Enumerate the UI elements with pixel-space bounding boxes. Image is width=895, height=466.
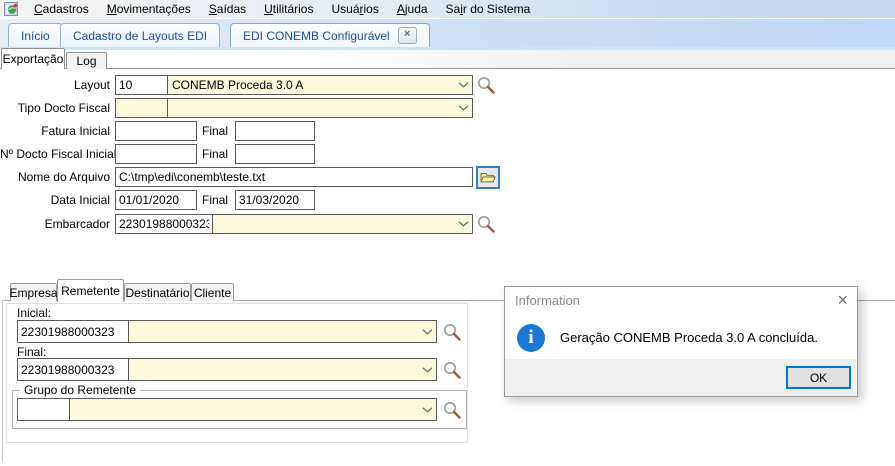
data-final-label: Final: [195, 190, 228, 210]
menu-item-utilitarios[interactable]: Utilitários: [255, 1, 322, 17]
layout-combo-value: CONEMB Proceda 3.0 A: [168, 78, 454, 92]
tab-label: Início: [21, 29, 50, 43]
grupo-remetente-search-icon[interactable]: [443, 401, 462, 420]
chevron-down-icon[interactable]: [418, 407, 436, 413]
tab-close-icon[interactable]: ×: [398, 27, 417, 44]
tab-cadastro-de-layouts-edi[interactable]: Cadastro de Layouts EDI: [60, 23, 220, 47]
menu-items: CadastrosMovimentaçõesSaídasUtilitáriosU…: [25, 2, 539, 16]
remetente-inicial-code-field[interactable]: [17, 320, 129, 343]
final-label: Final:: [17, 345, 46, 359]
grupo-remetente-combo[interactable]: [69, 398, 437, 421]
subtab-exportacao[interactable]: Exportação: [1, 48, 65, 69]
docto-fiscal-inicial-field[interactable]: [115, 144, 197, 164]
dialog-title: Information: [505, 287, 857, 314]
tab-edi-conemb-configuravel[interactable]: EDI CONEMB Configurável ×: [230, 23, 430, 47]
party-page-left-border: [2, 300, 3, 462]
arquivo-field[interactable]: [115, 167, 473, 187]
remetente-final-code-field[interactable]: [17, 358, 129, 381]
grupo-remetente-code-field[interactable]: [17, 398, 70, 421]
subtab-log[interactable]: Log: [66, 52, 107, 69]
close-icon[interactable]: ×: [837, 289, 848, 311]
chevron-down-icon[interactable]: [418, 329, 436, 335]
menu-bar: CadastrosMovimentaçõesSaídasUtilitáriosU…: [0, 0, 895, 19]
app-icon: [4, 2, 19, 16]
remetente-final-combo[interactable]: [128, 358, 437, 381]
data-inicial-field[interactable]: [115, 190, 197, 210]
party-tab-remetente[interactable]: Remetente: [57, 279, 124, 302]
party-tab-label: Destinatário: [125, 286, 189, 300]
embarcador-label: Embarcador: [0, 214, 110, 234]
data-final-field[interactable]: [235, 190, 315, 210]
folder-open-icon: [480, 171, 496, 184]
menu-item-movimentacoes[interactable]: Movimentações: [98, 1, 200, 17]
chevron-down-icon[interactable]: [418, 367, 436, 373]
remetente-final-search-icon[interactable]: [443, 361, 462, 380]
layout-code-field[interactable]: [115, 75, 168, 95]
tipo-docto-label: Tipo Docto Fiscal: [0, 98, 110, 118]
subtab-strip: [0, 50, 895, 68]
fatura-inicial-field[interactable]: [115, 121, 197, 141]
embarcador-combo[interactable]: [212, 214, 473, 234]
page-top-border: [0, 68, 895, 69]
window-tab-strip: Início Cadastro de Layouts EDI EDI CONEM…: [0, 19, 895, 47]
menu-item-ajuda[interactable]: Ajuda: [388, 1, 437, 17]
menu-item-usuarios[interactable]: Usuários: [322, 1, 387, 17]
dialog-message: Geração CONEMB Proceda 3.0 A concluída.: [560, 330, 818, 345]
party-tab-cliente[interactable]: Cliente: [191, 283, 234, 301]
tab-inicio[interactable]: Início: [8, 23, 63, 47]
party-tab-label: Cliente: [194, 286, 231, 300]
remetente-inicial-combo[interactable]: [128, 320, 437, 343]
menu-item-saidas[interactable]: Saídas: [200, 1, 255, 17]
ok-button[interactable]: OK: [786, 366, 851, 389]
docto-fiscal-final-label: Final: [195, 144, 228, 164]
fatura-final-field[interactable]: [235, 121, 315, 141]
docto-fiscal-label: Nº Docto Fiscal Inicial: [0, 144, 110, 164]
data-inicial-label: Data Inicial: [0, 190, 110, 210]
menu-item-sair-do-sistema[interactable]: Sair do Sistema: [437, 1, 540, 17]
folder-open-button[interactable]: [476, 166, 500, 189]
arquivo-label: Nome do Arquivo: [0, 167, 110, 187]
party-tab-empresa[interactable]: Empresa: [10, 283, 57, 301]
grupo-remetente-label: Grupo do Remetente: [20, 383, 140, 397]
party-tab-label: Remetente: [61, 284, 120, 298]
subtab-label: Exportação: [3, 52, 64, 66]
dialog-footer: OK: [505, 359, 857, 396]
remetente-inicial-search-icon[interactable]: [443, 323, 462, 342]
embarcador-code-field[interactable]: [115, 214, 213, 234]
layout-label: Layout: [0, 75, 110, 95]
dialog-body: i Geração CONEMB Proceda 3.0 A concluída…: [505, 314, 857, 361]
chevron-down-icon[interactable]: [454, 82, 472, 88]
party-tab-label: Empresa: [9, 286, 57, 300]
menu-item-cadastros[interactable]: Cadastros: [25, 1, 98, 17]
layout-search-icon[interactable]: [477, 76, 496, 95]
embarcador-search-icon[interactable]: [477, 215, 496, 234]
subtab-label: Log: [76, 54, 96, 68]
layout-combo[interactable]: CONEMB Proceda 3.0 A: [167, 75, 473, 95]
fatura-label: Fatura Inicial: [0, 121, 110, 141]
info-icon: i: [517, 324, 545, 352]
tab-label: EDI CONEMB Configurável: [243, 29, 390, 43]
party-tab-destinatario[interactable]: Destinatário: [124, 283, 191, 301]
tipo-docto-code-field[interactable]: [115, 98, 168, 118]
docto-fiscal-final-field[interactable]: [235, 144, 315, 164]
information-dialog: Information × i Geração CONEMB Proceda 3…: [504, 286, 858, 397]
tab-label: Cadastro de Layouts EDI: [73, 29, 207, 43]
inicial-label: Inicial:: [17, 306, 51, 320]
chevron-down-icon[interactable]: [454, 221, 472, 227]
fatura-final-label: Final: [195, 121, 228, 141]
chevron-down-icon[interactable]: [454, 105, 472, 111]
tipo-docto-combo[interactable]: [167, 98, 473, 118]
app-window: CadastrosMovimentaçõesSaídasUtilitáriosU…: [0, 0, 895, 466]
